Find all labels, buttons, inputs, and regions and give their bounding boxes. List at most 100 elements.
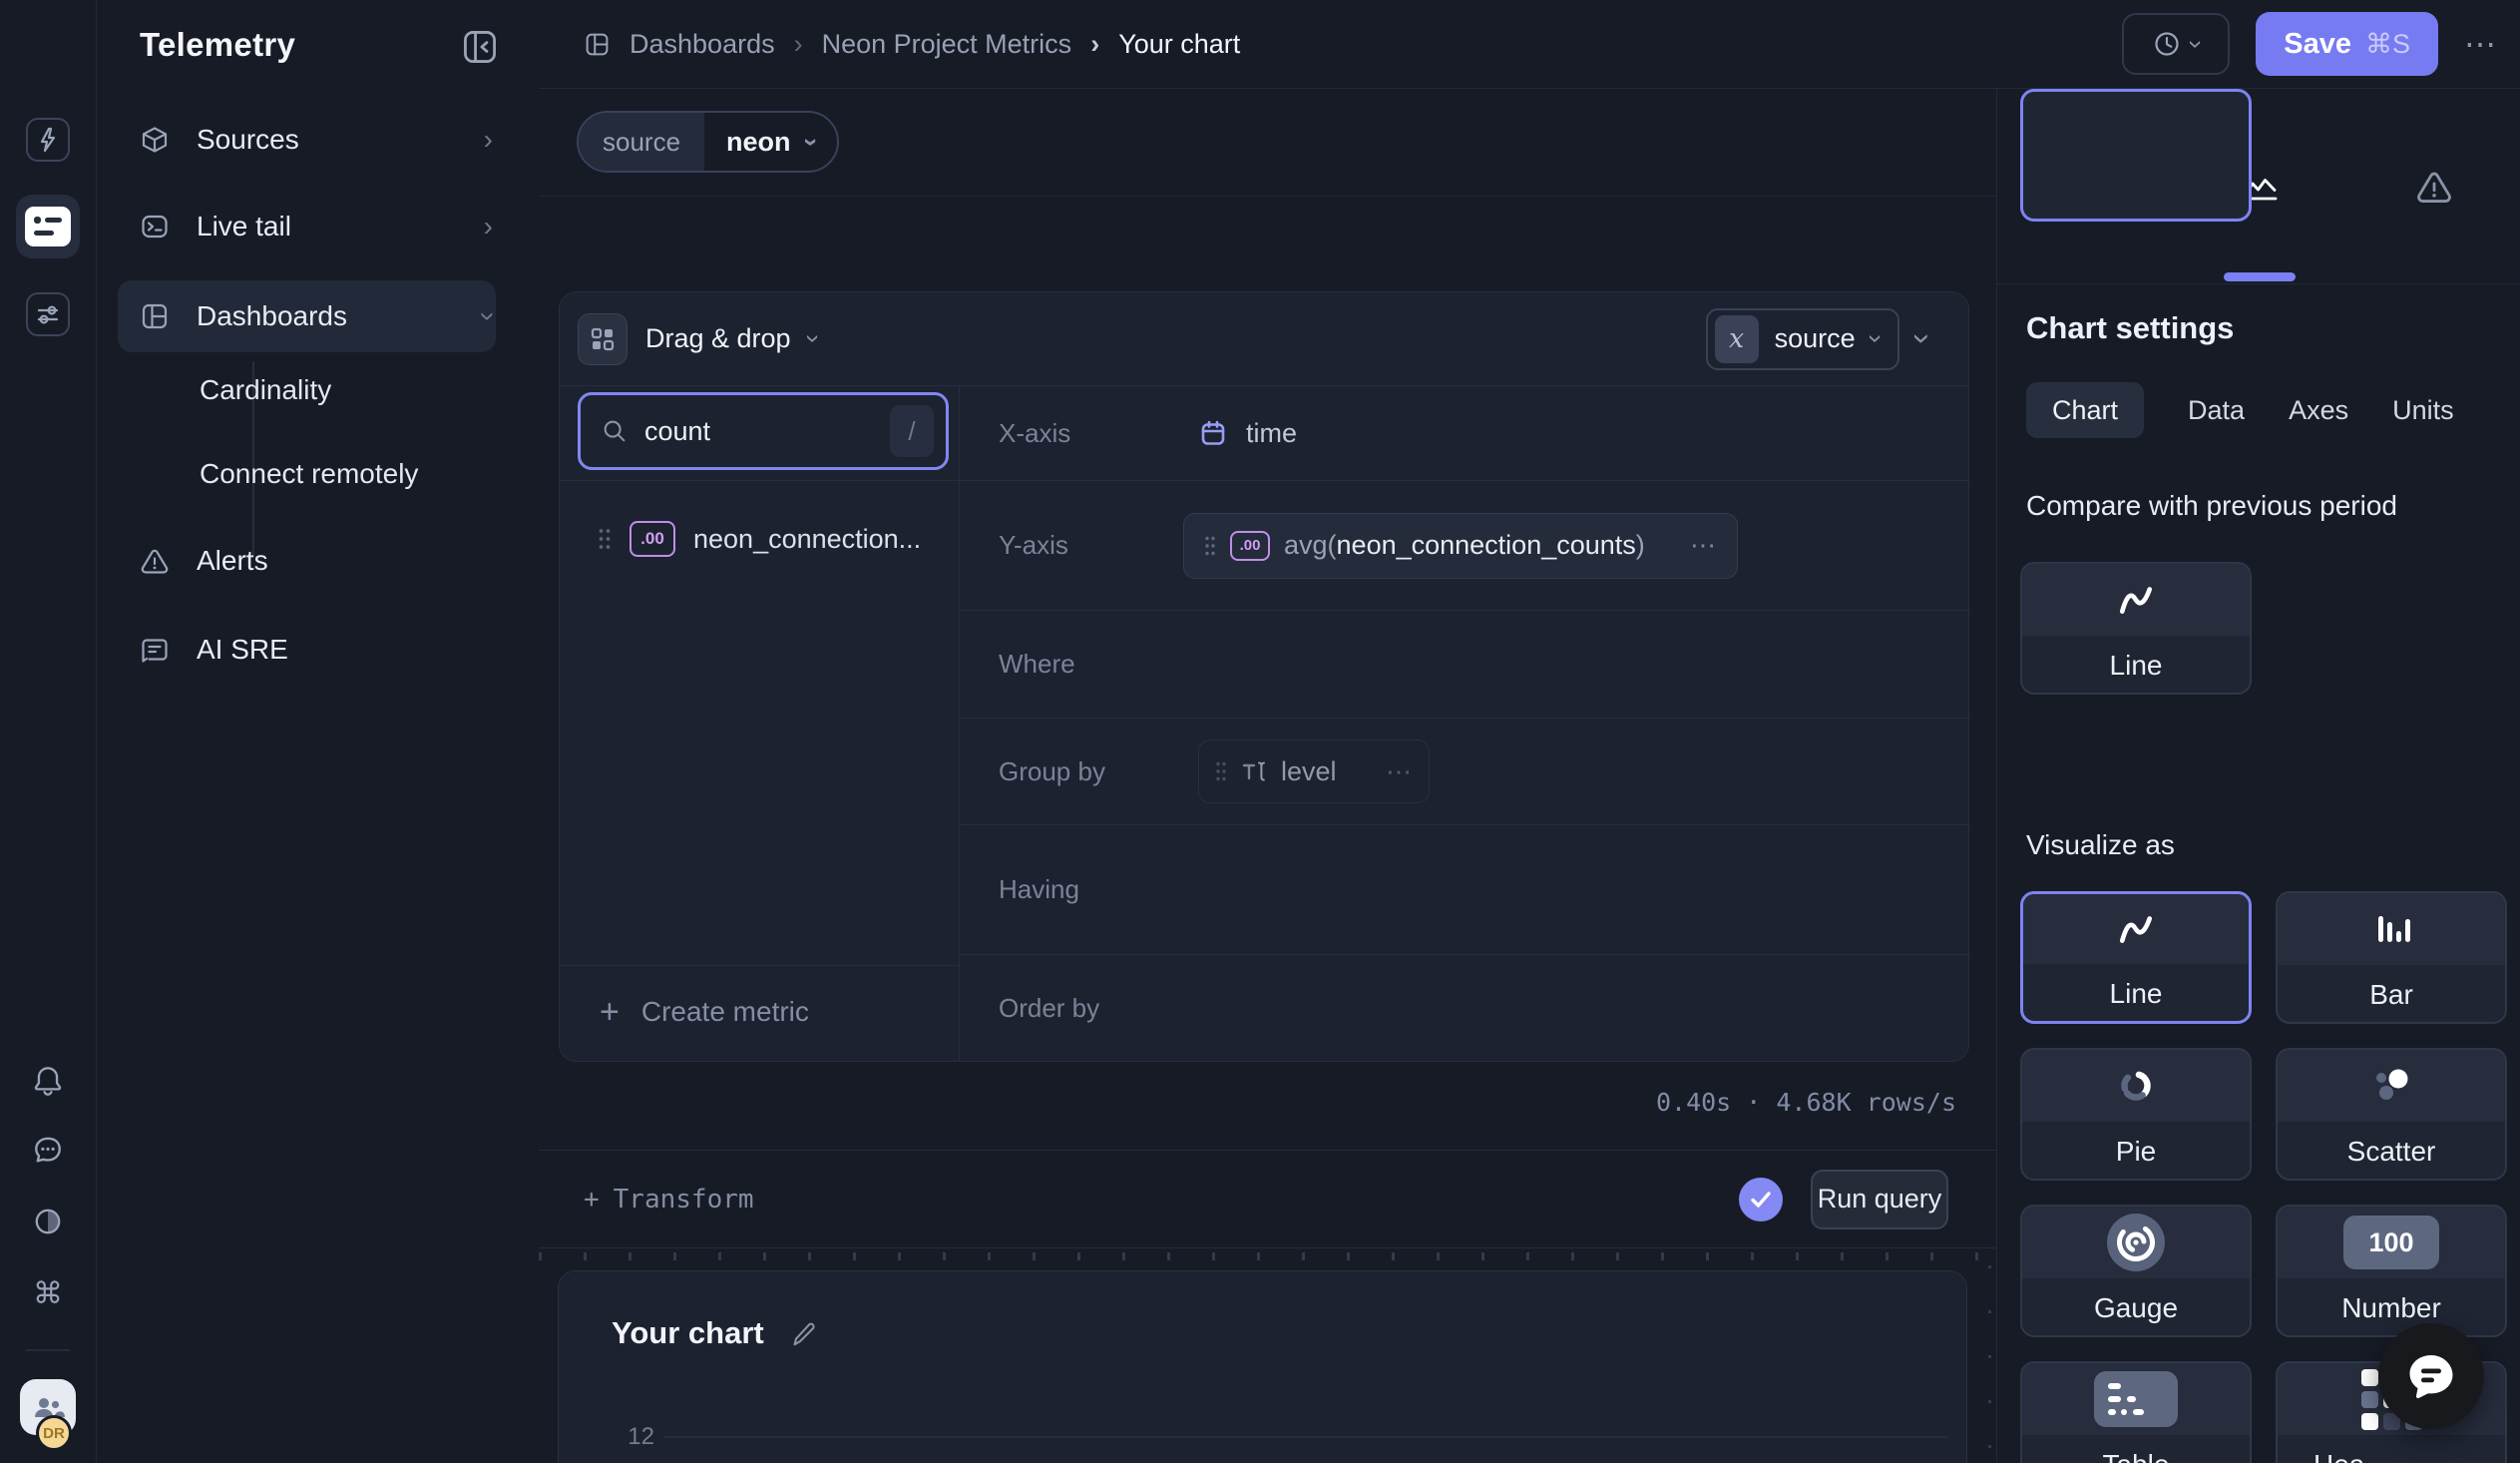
chevron-right-icon: › (484, 211, 493, 243)
sidebar-subitem-label: Cardinality (200, 374, 331, 406)
subtab-data[interactable]: Data (2188, 395, 2245, 426)
x-variable-badge: x (1715, 315, 1759, 363)
pie-chart-icon (2116, 1066, 2156, 1106)
viz-card-table[interactable]: Table (2020, 1361, 2252, 1463)
sidebar-item-ai-sre[interactable]: AI SRE (97, 614, 539, 686)
query-builder-rail-button[interactable] (16, 195, 80, 258)
chart-gridline (664, 1436, 1947, 1438)
settings-rail-button[interactable] (26, 292, 70, 336)
search-icon (601, 417, 629, 445)
where-row[interactable]: Where (959, 610, 1970, 718)
app-title: Telemetry (140, 26, 295, 64)
compare-heading: Compare with previous period (2026, 490, 2397, 522)
numeric-metric-badge: .00 (1230, 531, 1270, 561)
time-range-button[interactable]: › (2122, 13, 2230, 75)
viz-card-label: Gauge (2022, 1278, 2250, 1337)
breadcrumb: Dashboards › Neon Project Metrics › Your… (584, 29, 1240, 60)
builder-mode-label[interactable]: Drag & drop (645, 323, 791, 354)
collapse-sidebar-button[interactable] (461, 28, 499, 66)
chart-preview-card: Your chart 12 (558, 1270, 1967, 1463)
having-row[interactable]: Having (959, 824, 1970, 954)
sidebar-item-label: Live tail (197, 211, 291, 243)
sidebar-item-label: AI SRE (197, 634, 288, 666)
edit-pencil-icon[interactable] (788, 1319, 816, 1347)
rail-divider (26, 1349, 70, 1351)
breadcrumb-dashboards[interactable]: Dashboards (630, 29, 775, 60)
sidebar-item-dashboards[interactable] (118, 280, 496, 352)
sidebar-subitem-cardinality[interactable]: Cardinality (200, 360, 331, 420)
icon-rail: ⌘ DR (0, 0, 97, 1463)
pill-options-icon[interactable]: ⋯ (1386, 756, 1413, 787)
viz-card-label: Scatter (2278, 1122, 2505, 1181)
sidebar-item-label: Sources (197, 124, 299, 156)
save-shortcut: ⌘S (2365, 29, 2410, 60)
chart-title: Your chart (612, 1315, 764, 1351)
tab-alerts[interactable] (2346, 89, 2520, 283)
query-builder-header: Drag & drop › x source › › (560, 292, 1968, 386)
having-label: Having (999, 874, 1079, 905)
x-axis-value[interactable]: time (1198, 418, 1297, 449)
active-tab-indicator (2224, 272, 2296, 281)
shortcuts-button[interactable]: ⌘ (30, 1275, 66, 1311)
chevron-down-icon: › (797, 334, 828, 343)
viz-card-bar[interactable]: Bar (2276, 891, 2507, 1024)
number-100-icon: 100 (2343, 1216, 2439, 1269)
source-selector[interactable]: source neon › (577, 111, 839, 173)
sidebar-item-alerts[interactable]: Alerts (97, 525, 539, 597)
subtab-axes[interactable]: Axes (2289, 395, 2348, 426)
subtab-chart[interactable]: Chart (2026, 382, 2144, 438)
chevron-down-icon: › (2181, 40, 2212, 49)
compare-line-card[interactable]: Line (2020, 562, 2252, 695)
user-initials-badge[interactable]: DR (36, 1415, 72, 1451)
order-by-row[interactable]: Order by (959, 954, 1970, 1062)
header-actions: › Save ⌘S ⋯ (2122, 12, 2498, 76)
chevron-right-icon: › (1090, 29, 1099, 60)
aggregation-metric: neon_connection_counts (1337, 530, 1636, 560)
run-query-button[interactable]: Run query (1811, 1170, 1948, 1229)
gauge-icon (2107, 1214, 2165, 1271)
search-input[interactable] (644, 416, 874, 447)
lightning-icon (33, 125, 63, 155)
sidebar-item-live-tail[interactable]: Live tail › (97, 191, 539, 262)
breadcrumb-dashboard-name[interactable]: Neon Project Metrics (822, 29, 1072, 60)
viz-card-number[interactable]: 100 Number (2276, 1205, 2507, 1337)
quickstart-button[interactable] (26, 118, 70, 162)
drag-drop-mode-button[interactable] (578, 313, 628, 365)
chat-widget-button[interactable] (2378, 1323, 2484, 1429)
y-axis-aggregation-pill[interactable]: .00 avg(neon_connection_counts) ⋯ (1183, 513, 1738, 579)
line-chart-icon (2117, 583, 2155, 617)
metric-list-item[interactable]: .00 neon_connection... (560, 510, 959, 568)
group-by-pill[interactable]: level ⋯ (1198, 739, 1430, 803)
add-transform-button[interactable]: + Transform (584, 1185, 754, 1215)
save-button[interactable]: Save ⌘S (2256, 12, 2438, 76)
create-metric-button[interactable]: + Create metric (560, 979, 959, 1045)
theme-toggle-button[interactable] (30, 1204, 66, 1239)
collapse-panel-icon (461, 28, 499, 66)
viz-card-line[interactable]: Line (2020, 891, 2252, 1024)
sidebar-subitem-connect-remotely[interactable]: Connect remotely (200, 444, 418, 504)
canvas-ruler-vertical (1988, 1265, 1991, 1463)
chevron-down-icon: › (795, 138, 826, 147)
viz-card-scatter[interactable]: Scatter (2276, 1048, 2507, 1181)
viz-card-pie[interactable]: Pie (2020, 1048, 2252, 1181)
group-by-label: Group by (999, 756, 1105, 787)
contrast-icon (32, 1206, 64, 1237)
line-chart-icon (2117, 912, 2155, 946)
viz-card-gauge[interactable]: Gauge (2020, 1205, 2252, 1337)
query-builder-panel: Drag & drop › x source › › / (559, 291, 1969, 1062)
x-axis-row[interactable]: X-axis time (959, 386, 1970, 480)
viz-card-label: Number (2278, 1278, 2505, 1337)
series-dimension-selector[interactable]: x source › (1706, 308, 1900, 370)
notifications-button[interactable] (30, 1062, 66, 1098)
chevron-right-icon: › (794, 29, 803, 60)
chat-dots-icon (32, 1134, 64, 1166)
collapse-builder-icon[interactable]: › (1904, 333, 1941, 344)
pill-options-icon[interactable]: ⋯ (1690, 530, 1717, 561)
more-menu-icon[interactable]: ⋯ (2464, 25, 2498, 63)
feedback-button[interactable] (30, 1132, 66, 1168)
subtab-units[interactable]: Units (2392, 395, 2454, 426)
drag-handle-icon (1204, 535, 1216, 557)
drag-handle-icon (1215, 760, 1227, 782)
sidebar-item-sources[interactable]: Sources › (97, 104, 539, 176)
sidebar: Telemetry Sources › Live (97, 0, 539, 1463)
